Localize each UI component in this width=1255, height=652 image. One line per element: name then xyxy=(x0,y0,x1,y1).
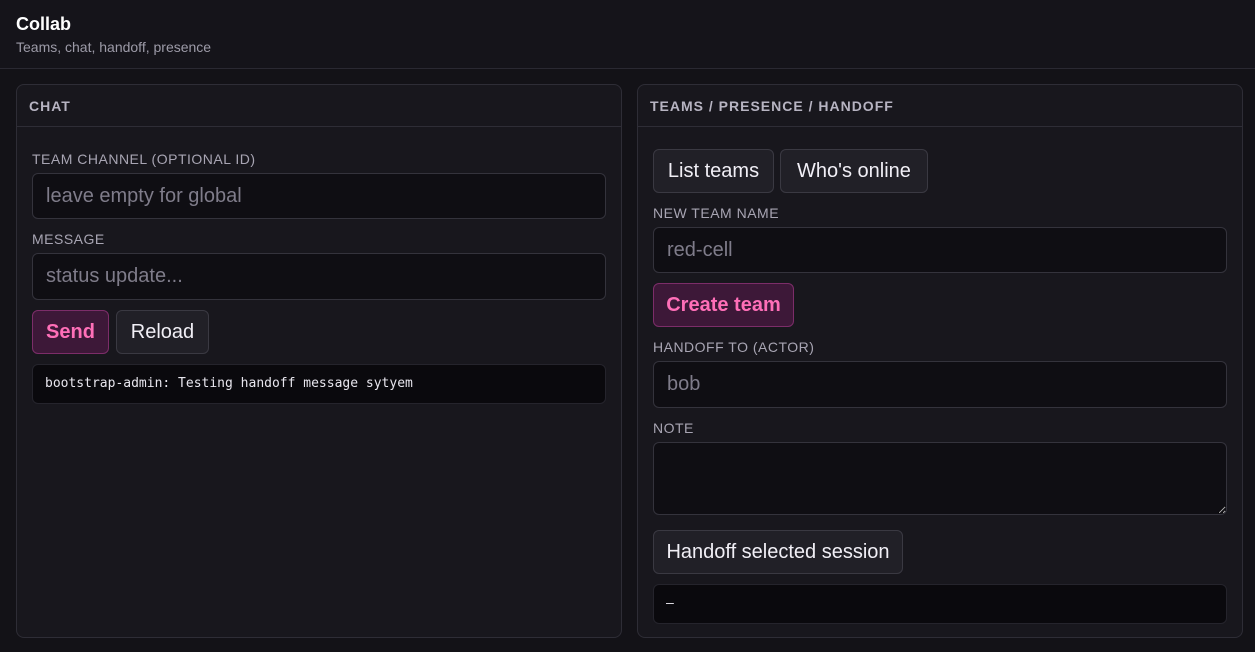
handoff-to-label: HANDOFF TO (ACTOR) xyxy=(653,339,815,355)
new-team-name-label: NEW TEAM NAME xyxy=(653,205,780,221)
teams-panel-header: TEAMS / PRESENCE / HANDOFF xyxy=(638,85,1242,127)
chat-log: bootstrap-admin: Testing handoff message… xyxy=(32,364,606,404)
app-header: Collab Teams, chat, handoff, presence xyxy=(0,0,1255,69)
message-label: MESSAGE xyxy=(32,231,105,247)
message-input[interactable] xyxy=(32,253,606,300)
chat-message: bootstrap-admin: Testing handoff message… xyxy=(45,376,413,391)
create-team-button[interactable]: Create team xyxy=(653,283,794,327)
whos-online-button[interactable]: Who's online xyxy=(780,149,928,193)
handoff-output: – xyxy=(653,584,1227,624)
chat-panel: CHAT TEAM CHANNEL (OPTIONAL ID) MESSAGE … xyxy=(16,84,622,638)
handoff-to-input[interactable] xyxy=(653,361,1227,408)
app-subtitle: Teams, chat, handoff, presence xyxy=(16,39,212,55)
new-team-name-input[interactable] xyxy=(653,227,1227,273)
teams-panel: TEAMS / PRESENCE / HANDOFF List teams Wh… xyxy=(637,84,1243,638)
list-teams-button[interactable]: List teams xyxy=(653,149,774,193)
handoff-session-button[interactable]: Handoff selected session xyxy=(653,530,903,574)
team-channel-label: TEAM CHANNEL (OPTIONAL ID) xyxy=(32,151,256,167)
reload-button[interactable]: Reload xyxy=(116,310,209,354)
note-textarea[interactable] xyxy=(653,442,1227,515)
chat-panel-header: CHAT xyxy=(17,85,621,127)
app-title: Collab xyxy=(16,14,72,34)
team-channel-input[interactable] xyxy=(32,173,606,219)
handoff-output-text: – xyxy=(666,596,674,611)
send-button[interactable]: Send xyxy=(32,310,109,354)
note-label: NOTE xyxy=(653,420,694,436)
